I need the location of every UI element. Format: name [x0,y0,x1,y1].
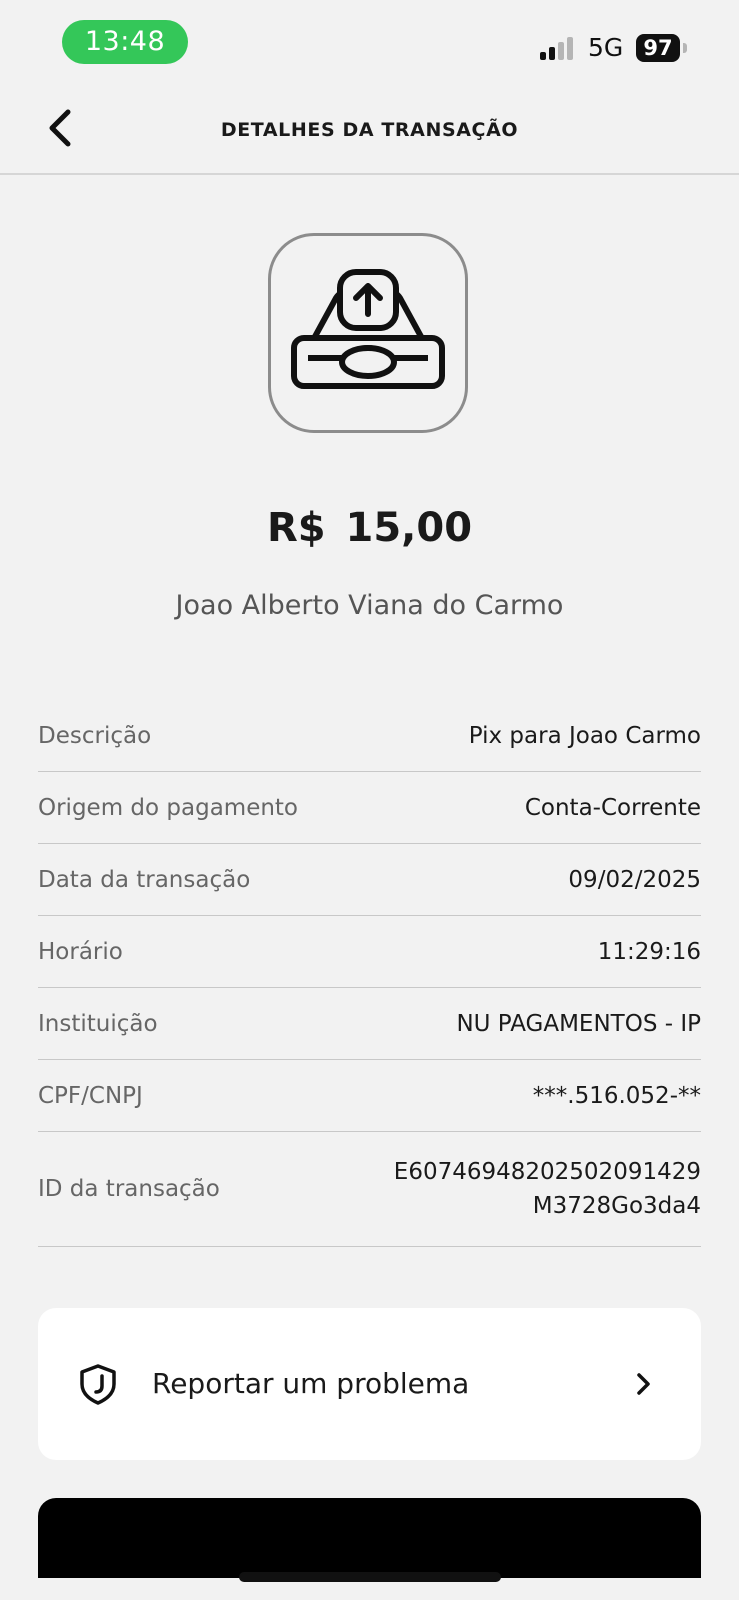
detail-label: Instituição [38,1010,158,1037]
bottom-action-button[interactable] [38,1498,701,1578]
detail-row-transaction-id: ID da transação E60746948202502091429 M3… [38,1132,701,1247]
detail-row-cpf-cnpj: CPF/CNPJ ***.516.052-** [38,1060,701,1132]
transaction-amount: R$ 15,00 [266,505,473,551]
top-nav-bar: DETALHES DA TRANSAÇÃO [0,88,739,175]
detail-label: Horário [38,938,123,965]
detail-value: Pix para Joao Carmo [468,722,701,749]
chevron-right-icon [637,1373,650,1395]
detail-label: ID da transação [38,1176,220,1202]
home-indicator[interactable] [239,1572,501,1582]
transaction-id-line-2: M3728Go3da4 [532,1193,701,1219]
transaction-details-list: Descrição Pix para Joao Carmo Origem do … [38,700,701,1247]
transaction-id-value[interactable]: E60746948202502091429 M3728Go3da4 [394,1155,701,1223]
transaction-type-badge [268,233,468,433]
detail-value: 09/02/2025 [568,866,701,893]
report-problem-button[interactable]: Reportar um problema [38,1308,701,1460]
detail-label: Origem do pagamento [38,794,299,821]
transaction-id-line-1: E60746948202502091429 [393,1159,701,1185]
battery-tip-icon [683,43,687,53]
detail-row-payment-origin: Origem do pagamento Conta-Corrente [38,772,701,844]
page-title: DETALHES DA TRANSAÇÃO [220,119,519,141]
chevron-left-icon [49,109,71,147]
detail-row-description: Descrição Pix para Joao Carmo [38,700,701,772]
detail-value: ***.516.052-** [532,1082,701,1109]
report-problem-label: Reportar um problema [152,1367,470,1400]
detail-value: 11:29:16 [597,938,701,965]
detail-label: CPF/CNPJ [38,1082,143,1109]
pix-upload-tray-icon [291,269,445,389]
detail-row-date: Data da transação 09/02/2025 [38,844,701,916]
battery-level: 97 [636,34,680,62]
detail-label: Descrição [38,722,152,749]
detail-value: Conta-Corrente [524,794,701,821]
detail-row-time: Horário 11:29:16 [38,916,701,988]
detail-row-institution: Instituição NU PAGAMENTOS - IP [38,988,701,1060]
back-button[interactable] [38,106,82,150]
transaction-details-screen: 13:48 5G 97 DETALHES DA TRANSAÇÃO R$ 15,… [0,0,739,1600]
detail-value: NU PAGAMENTOS - IP [456,1010,701,1037]
detail-label: Data da transação [38,866,251,893]
status-bar: 13:48 5G 97 [0,0,739,88]
shield-icon [80,1364,116,1405]
cellular-signal-icon [540,36,580,60]
network-type: 5G [588,33,624,62]
recipient-name: Joao Alberto Viana do Carmo [175,590,564,621]
status-time: 13:48 [62,20,188,64]
